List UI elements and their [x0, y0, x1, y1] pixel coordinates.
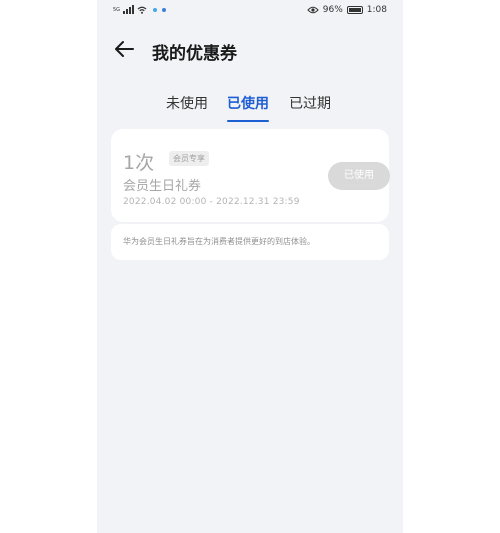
- coupon-note-panel: 华为会员生日礼券旨在为消费者提供更好的到店体验。: [111, 224, 389, 260]
- coupon-card-main: 1次 会员专享 会员生日礼券 2022.04.02 00:00 - 2022.1…: [111, 129, 390, 222]
- battery-icon: [346, 6, 363, 14]
- clock: 1:08: [366, 5, 387, 15]
- tab-expired[interactable]: 已过期: [289, 93, 331, 119]
- notification-dot-icon: [162, 7, 167, 12]
- phone-screen: 5G 96% 1:08 我的优惠券 未使用 已使用 已过期 1次 会员专享 会员…: [97, 0, 403, 533]
- coupon-validity: 2022.04.02 00:00 - 2022.12.31 23:59: [123, 197, 300, 207]
- status-bar: 5G 96% 1:08: [97, 0, 403, 22]
- coupon-count: 1次: [123, 152, 155, 174]
- coupon-name: 会员生日礼券: [123, 179, 202, 194]
- status-bar-right: 96% 1:08: [307, 5, 387, 15]
- network-label: 5G: [113, 6, 121, 13]
- tab-used[interactable]: 已使用: [227, 93, 269, 122]
- header: 我的优惠券: [97, 30, 403, 70]
- eye-icon: [307, 6, 319, 14]
- member-badge: 会员专享: [169, 151, 209, 166]
- wifi-icon: [137, 6, 147, 14]
- notification-dot-icon: [153, 7, 158, 12]
- used-status-button: 已使用: [328, 162, 390, 190]
- page-title: 我的优惠券: [152, 44, 237, 64]
- coupon-note: 华为会员生日礼券旨在为消费者提供更好的到店体验。: [123, 237, 315, 246]
- battery-percent: 96%: [322, 5, 343, 15]
- coupon-card[interactable]: 1次 会员专享 会员生日礼券 2022.04.02 00:00 - 2022.1…: [105, 129, 395, 260]
- tab-unused[interactable]: 未使用: [166, 93, 208, 119]
- signal-icon: [123, 5, 135, 14]
- status-bar-left: 5G: [113, 5, 167, 14]
- tab-bar: 未使用 已使用 已过期: [97, 93, 403, 122]
- arrow-left-icon[interactable]: [113, 38, 135, 60]
